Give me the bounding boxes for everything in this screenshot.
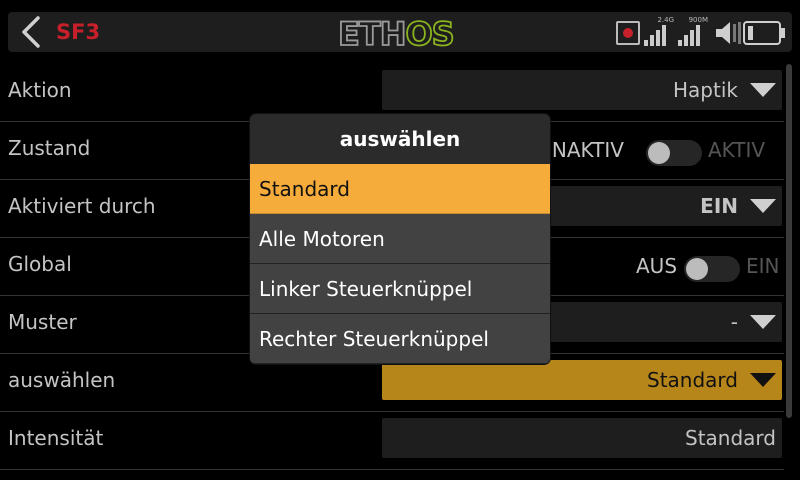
zustand-switch[interactable] xyxy=(646,140,702,166)
select-popup: auswählen Standard Alle Motoren Linker S… xyxy=(250,114,550,364)
zustand-toggle[interactable]: INAKTIV AKTIV xyxy=(546,132,782,166)
rssi-900m-icon: 900M xyxy=(678,16,708,48)
global-label: Global xyxy=(8,252,72,276)
intensitaet-label: Intensität xyxy=(8,426,104,450)
rssi-2-4g-label: 2.4G xyxy=(657,16,674,24)
global-toggle[interactable]: AUS EIN xyxy=(636,248,782,282)
function-id: SF3 xyxy=(56,20,101,44)
muster-value: - xyxy=(730,310,738,334)
global-on-label: EIN xyxy=(746,254,780,278)
popup-title: auswählen xyxy=(339,127,461,151)
rssi-900m-label: 900M xyxy=(688,16,708,24)
auswaehlen-dropdown[interactable]: Standard xyxy=(382,360,782,400)
zustand-on-label: AKTIV xyxy=(708,138,766,162)
scrollbar[interactable] xyxy=(786,64,792,418)
speaker-icon xyxy=(716,22,741,44)
popup-option-standard[interactable]: Standard xyxy=(250,164,550,214)
aktion-dropdown[interactable]: Haptik xyxy=(382,70,782,110)
muster-label: Muster xyxy=(8,310,77,334)
top-bar: SF3 ETHOS 2.4G 900M xyxy=(0,0,800,64)
auswaehlen-value: Standard xyxy=(647,368,738,392)
chevron-down-icon xyxy=(750,199,776,213)
chevron-down-icon xyxy=(750,83,776,97)
intensitaet-field[interactable]: Standard xyxy=(382,418,782,458)
svg-text:ETHOS: ETHOS xyxy=(338,16,454,50)
switch-knob xyxy=(648,142,670,164)
back-button[interactable] xyxy=(14,14,50,50)
auswaehlen-label: auswählen xyxy=(8,368,116,392)
aktion-label: Aktion xyxy=(8,78,72,102)
popup-option-alle-motoren[interactable]: Alle Motoren xyxy=(250,214,550,264)
global-off-label: AUS xyxy=(636,254,678,278)
row-divider xyxy=(0,469,784,470)
popup-option-rechter-steuerknueppel[interactable]: Rechter Steuerknüppel xyxy=(250,314,550,364)
switch-knob xyxy=(686,258,708,280)
back-arrow-icon xyxy=(22,16,40,48)
record-icon xyxy=(616,21,640,45)
intensitaet-value: Standard xyxy=(685,426,776,450)
global-switch[interactable] xyxy=(684,256,740,282)
aktion-value: Haptik xyxy=(673,78,738,102)
popup-option-linker-steuerknueppel[interactable]: Linker Steuerknüppel xyxy=(250,264,550,314)
chevron-down-icon xyxy=(750,373,776,387)
zustand-label: Zustand xyxy=(8,136,91,160)
status-icons: 2.4G 900M xyxy=(614,16,790,48)
battery-icon xyxy=(743,21,785,45)
ethos-logo: ETHOS xyxy=(338,16,456,50)
zustand-off-label: INAKTIV xyxy=(546,138,624,162)
aktiviert-durch-value: EIN xyxy=(700,194,738,218)
chevron-down-icon xyxy=(750,315,776,329)
rssi-2-4g-icon: 2.4G xyxy=(644,16,674,48)
aktiviert-durch-label: Aktiviert durch xyxy=(8,194,156,218)
row-intensitaet: Intensität Standard xyxy=(0,412,800,470)
